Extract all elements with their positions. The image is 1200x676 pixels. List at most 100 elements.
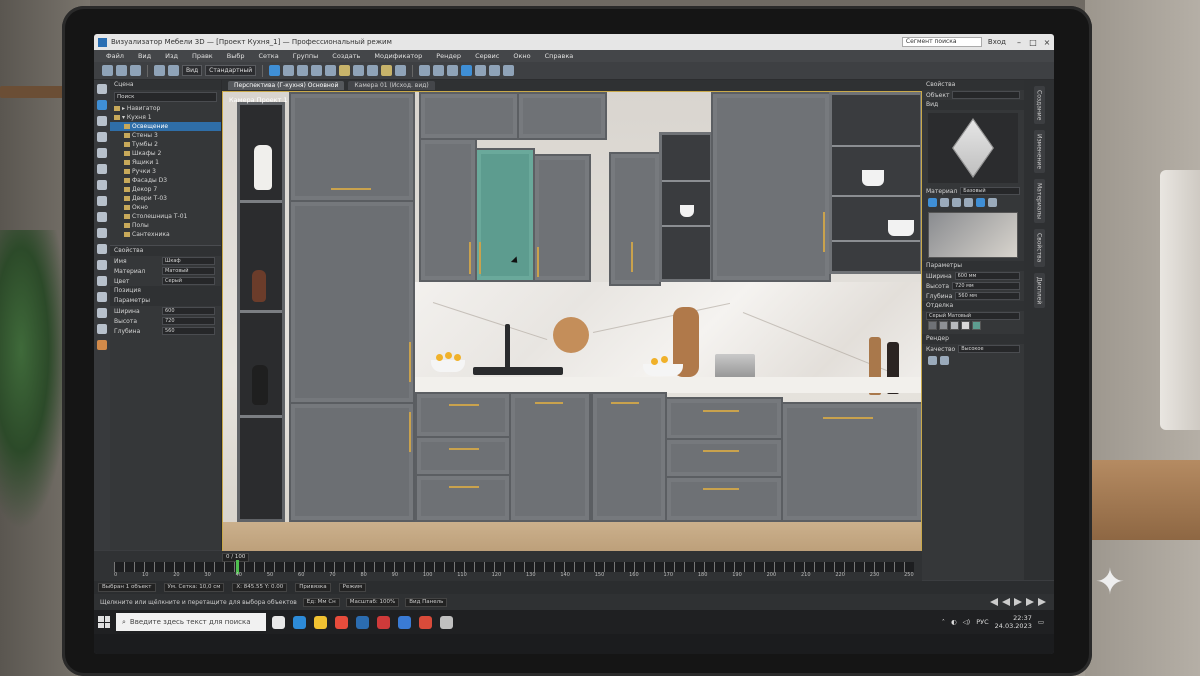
snap-toggle[interactable]: Привязка xyxy=(295,583,331,592)
menu-item[interactable]: Окно xyxy=(513,52,530,60)
tall-cabinet-top[interactable] xyxy=(289,92,415,202)
timeline-ruler[interactable] xyxy=(114,562,914,572)
render-icon[interactable] xyxy=(489,65,501,76)
params-header[interactable]: Параметры xyxy=(110,296,221,306)
tree-item[interactable]: Стены 3 xyxy=(110,131,221,140)
redo-icon[interactable] xyxy=(168,65,179,76)
mirror-icon[interactable] xyxy=(381,65,393,76)
property-input[interactable]: 720 мм xyxy=(952,282,1020,290)
drawer[interactable] xyxy=(415,392,511,438)
chevron-up-icon[interactable]: ˄ xyxy=(942,618,945,626)
dimension-icon[interactable] xyxy=(97,276,107,286)
tree-item[interactable]: Освещение xyxy=(110,122,221,131)
menu-item[interactable]: Модификатор xyxy=(374,52,422,60)
timeline[interactable]: 0 / 100 0 10 20 30 40 50 60 70 80 90 100 110 120 130 1… xyxy=(94,551,922,581)
taskbar-app-icon[interactable] xyxy=(398,615,411,629)
property-input[interactable]: 560 мм xyxy=(955,292,1020,300)
base-cabinet[interactable] xyxy=(509,392,591,522)
language-indicator[interactable]: РУС xyxy=(976,618,988,626)
material-preview[interactable] xyxy=(928,212,1018,258)
taskbar-search[interactable]: ⌕ Введите здесь текст для поиска xyxy=(116,613,266,631)
color-swatch[interactable] xyxy=(928,321,937,330)
tree-item[interactable]: ▾ Кухня 1 xyxy=(110,113,221,122)
property-input[interactable]: 720 xyxy=(162,317,215,325)
material-editor-icon[interactable] xyxy=(447,65,459,76)
tree-item[interactable]: Ручки 3 xyxy=(110,167,221,176)
close-icon[interactable]: × xyxy=(1040,38,1054,47)
vertical-tab[interactable]: Свойства xyxy=(1033,229,1045,267)
taskbar-app-icon[interactable] xyxy=(377,615,390,629)
taskbar-app-icon[interactable] xyxy=(293,615,306,629)
glass-cabinet[interactable] xyxy=(659,132,713,282)
tall-cabinet-bottom[interactable] xyxy=(289,402,415,522)
rectangle-icon[interactable] xyxy=(97,212,107,222)
viewport-tab-perspective[interactable]: Перспектива (Г-кухня) Основной xyxy=(228,81,345,90)
position-header[interactable]: Позиция xyxy=(110,286,221,296)
maximize-icon[interactable]: □ xyxy=(1026,38,1040,47)
vertical-tab[interactable]: Материалы xyxy=(1033,179,1045,224)
finish-select[interactable]: Серый Матовый xyxy=(926,312,1020,320)
menu-item[interactable]: Рендер xyxy=(436,52,461,60)
property-input[interactable]: Шкаф xyxy=(162,257,215,265)
menu-item[interactable]: Вид xyxy=(138,52,151,60)
property-input[interactable]: 600 мм xyxy=(954,272,1020,280)
angle-snap-icon[interactable] xyxy=(353,65,365,76)
material-input[interactable]: Базовый xyxy=(960,187,1020,195)
percent-snap-icon[interactable] xyxy=(367,65,379,76)
scene-search-input[interactable]: Поиск xyxy=(114,92,217,102)
move-icon[interactable] xyxy=(283,65,295,76)
glass-cabinet-right[interactable] xyxy=(829,92,921,274)
drawer[interactable] xyxy=(665,476,783,522)
countertop[interactable] xyxy=(415,377,921,393)
drawer[interactable] xyxy=(415,474,511,522)
teapot-icon[interactable] xyxy=(503,65,515,76)
pointer-icon[interactable] xyxy=(97,84,107,94)
menu-item[interactable]: Сетка xyxy=(258,52,278,60)
render-setup-icon[interactable] xyxy=(461,65,473,76)
sphere-icon[interactable] xyxy=(928,198,937,207)
mode-select[interactable]: Стандартный xyxy=(205,65,257,76)
tree-item[interactable]: ▸ Навигатор xyxy=(110,104,221,113)
type-icon[interactable] xyxy=(97,260,107,270)
view-select[interactable]: Вид xyxy=(182,65,203,76)
forward-icon[interactable] xyxy=(1038,598,1046,606)
box-icon[interactable] xyxy=(940,198,949,207)
view-cube[interactable] xyxy=(928,113,1018,183)
open-shelf-unit[interactable] xyxy=(237,102,285,522)
render-frame-icon[interactable] xyxy=(475,65,487,76)
notifications-icon[interactable]: ▭ xyxy=(1038,618,1044,626)
taskbar-app-icon[interactable] xyxy=(335,615,348,629)
upper-cabinet-door-selected[interactable] xyxy=(475,148,535,282)
volume-icon[interactable]: ◁) xyxy=(963,618,971,626)
select-tool-icon[interactable] xyxy=(269,65,281,76)
base-cabinet-corner[interactable] xyxy=(591,392,667,522)
menu-item[interactable]: Группы xyxy=(293,52,319,60)
material-ball-icon[interactable] xyxy=(928,356,937,365)
upper-cabinet-large[interactable] xyxy=(711,92,831,282)
scale-field[interactable]: Масштаб: 100% xyxy=(345,597,400,607)
menu-item[interactable]: Правк xyxy=(192,52,213,60)
align-icon[interactable] xyxy=(395,65,407,76)
color-swatch[interactable] xyxy=(950,321,959,330)
new-file-icon[interactable] xyxy=(102,65,113,76)
fill-icon[interactable] xyxy=(97,308,107,318)
property-input[interactable]: Матовый xyxy=(162,267,215,275)
drawer[interactable] xyxy=(665,397,783,441)
scale-icon[interactable] xyxy=(311,65,323,76)
upper-cabinet-door[interactable] xyxy=(609,152,661,286)
camera-icon[interactable] xyxy=(988,198,997,207)
tree-item[interactable]: Полы xyxy=(110,221,221,230)
property-input[interactable]: Серый xyxy=(162,277,215,285)
tree-item[interactable]: Столешница Т-01 xyxy=(110,212,221,221)
text-icon[interactable] xyxy=(97,228,107,238)
sign-in-link[interactable]: Вход xyxy=(988,38,1006,46)
select-icon[interactable] xyxy=(97,100,107,110)
menu-item[interactable]: Файл xyxy=(106,52,124,60)
prev-frame-icon[interactable] xyxy=(1002,598,1010,606)
snap-icon[interactable] xyxy=(339,65,351,76)
texture-icon[interactable] xyxy=(964,198,973,207)
property-input[interactable]: 600 xyxy=(162,307,215,315)
minimize-icon[interactable]: – xyxy=(1012,38,1026,47)
menu-item[interactable]: Сервис xyxy=(475,52,499,60)
color-swatch[interactable] xyxy=(961,321,970,330)
